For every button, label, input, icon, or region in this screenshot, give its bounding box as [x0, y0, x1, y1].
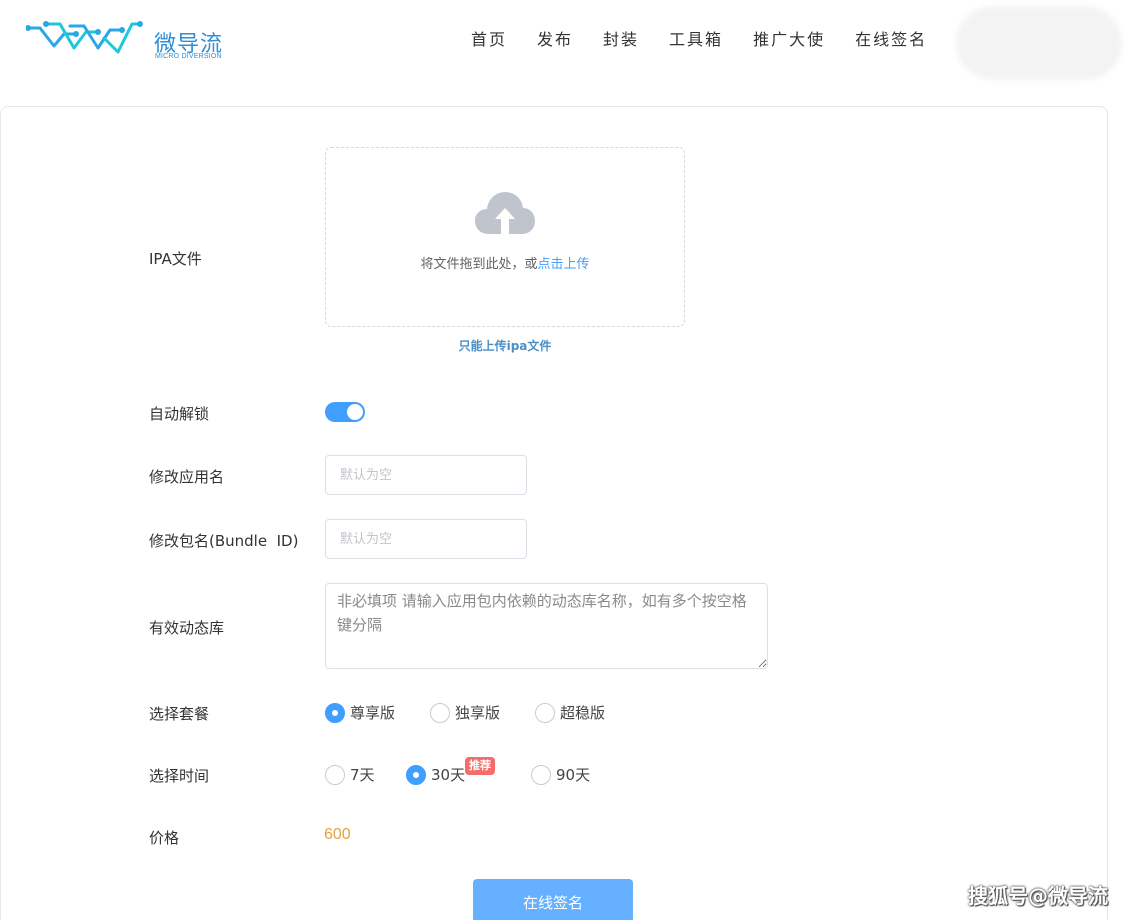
dylib-textarea[interactable]: [325, 583, 768, 669]
user-area-blurred[interactable]: [956, 6, 1122, 80]
upload-click-link[interactable]: 点击上传: [538, 257, 590, 272]
plan-option-stable[interactable]: 超稳版: [535, 702, 605, 723]
ipa-upload-dropzone[interactable]: 将文件拖到此处，或点击上传: [325, 147, 685, 327]
upload-instructions: 将文件拖到此处，或点击上传: [326, 253, 684, 272]
brand-subtitle: MICRO DIVERSION: [155, 53, 222, 60]
auto-unlock-label: 自动解锁: [149, 405, 210, 423]
bundle-id-input[interactable]: [325, 519, 527, 559]
upload-tip: 只能上传ipa文件: [458, 339, 552, 353]
switch-knob: [347, 404, 363, 420]
radio-label: 超稳版: [560, 704, 606, 722]
radio-checked-icon: [406, 764, 426, 785]
plan-option-premium[interactable]: 尊享版: [325, 702, 395, 723]
app-name-label: 修改应用名: [149, 468, 225, 486]
online-sign-button[interactable]: 在线签名: [473, 879, 633, 920]
price-label: 价格: [149, 829, 180, 847]
logo-mark-icon: [26, 21, 143, 54]
nav-item-online-sign[interactable]: 在线签名: [855, 26, 927, 50]
ipa-label: IPA文件: [149, 250, 202, 268]
header: 微导流 MICRO DIVERSION 首页 发布 封装 工具箱 推广大使 在线…: [0, 0, 1134, 80]
main-nav: 首页 发布 封装 工具箱 推广大使 在线签名: [471, 26, 927, 50]
duration-label: 选择时间: [149, 767, 210, 785]
radio-label: 7天: [350, 766, 375, 784]
nav-item-home[interactable]: 首页: [471, 26, 507, 50]
duration-option-30[interactable]: 30天: [406, 764, 465, 785]
radio-label: 独享版: [455, 704, 501, 722]
duration-option-90[interactable]: 90天: [531, 764, 590, 785]
nav-item-promoter[interactable]: 推广大使: [753, 26, 825, 50]
nav-item-toolbox[interactable]: 工具箱: [669, 26, 723, 50]
radio-label: 30天: [431, 766, 466, 784]
radio-unchecked-icon: [430, 702, 450, 723]
radio-checked-icon: [325, 702, 345, 723]
radio-unchecked-icon: [535, 702, 555, 723]
watermark: 搜狐号@微导流: [968, 884, 1108, 908]
dylib-label: 有效动态库: [149, 619, 225, 637]
price-value: 600: [324, 826, 351, 843]
recommended-badge: 推荐: [465, 757, 495, 775]
auto-unlock-switch[interactable]: [325, 402, 365, 422]
app-name-input[interactable]: [325, 455, 527, 495]
nav-item-package[interactable]: 封装: [603, 26, 639, 50]
plan-label: 选择套餐: [149, 705, 210, 723]
radio-label: 尊享版: [350, 704, 396, 722]
radio-unchecked-icon: [325, 764, 345, 785]
radio-unchecked-icon: [531, 764, 551, 785]
plan-option-exclusive[interactable]: 独享版: [430, 702, 500, 723]
logo[interactable]: 微导流 MICRO DIVERSION: [26, 16, 226, 64]
duration-option-7[interactable]: 7天: [325, 764, 375, 785]
bundle-id-label: 修改包名(Bundle ID): [149, 532, 299, 550]
upload-drop-text: 将文件拖到此处，或: [420, 257, 538, 272]
upload-cloud-icon: [475, 192, 535, 234]
radio-label: 90天: [556, 766, 591, 784]
nav-item-publish[interactable]: 发布: [537, 26, 573, 50]
